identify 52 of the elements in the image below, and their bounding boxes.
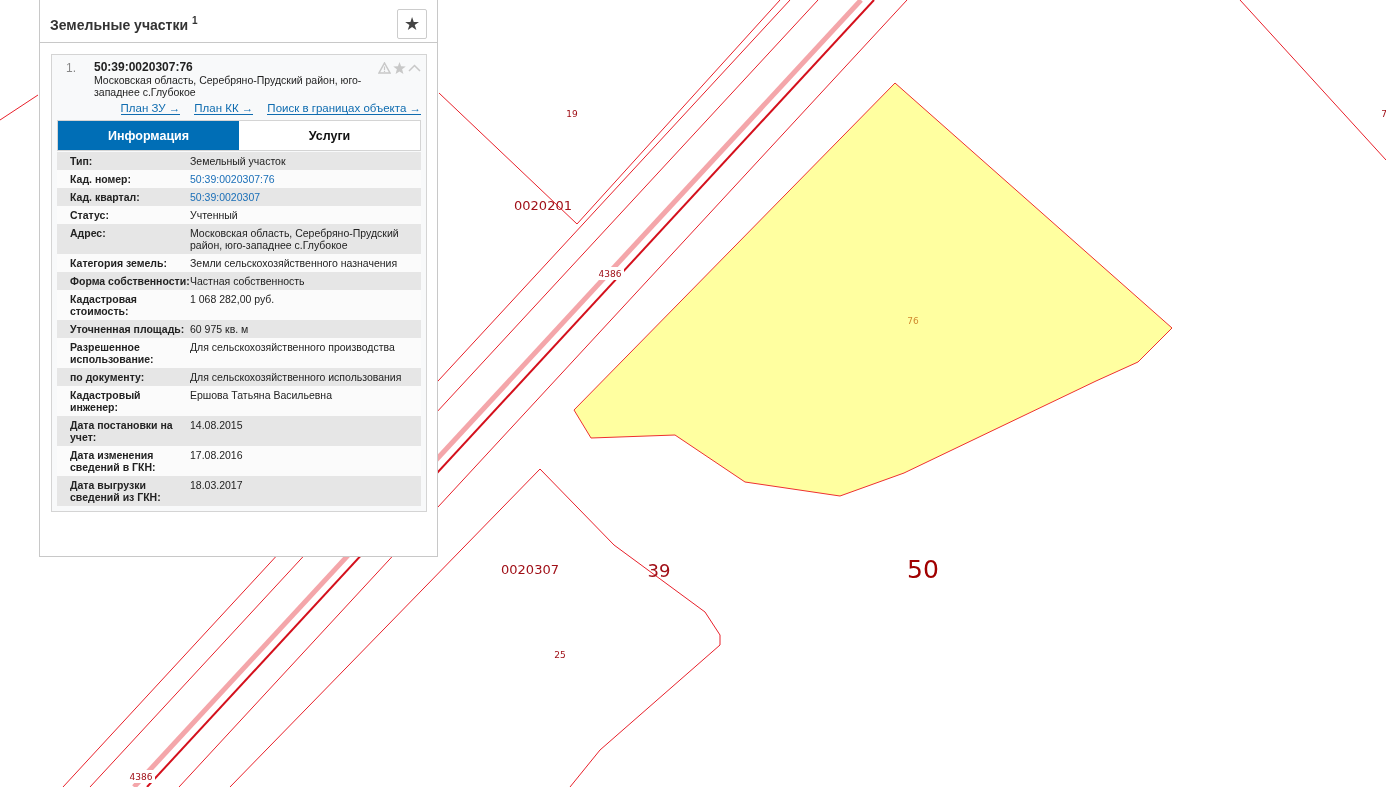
field-value: Частная собственность bbox=[190, 275, 306, 287]
field-label: Кад. квартал: bbox=[69, 191, 141, 203]
field-label: по документу: bbox=[69, 371, 146, 383]
panel-title: Земельные участки $^{1}$ bbox=[50, 14, 198, 33]
field-label: Кад. номер: bbox=[69, 173, 132, 185]
field-value: 18.03.2017 bbox=[190, 479, 244, 493]
field-label: Уточненная площадь: bbox=[69, 323, 186, 335]
link[interactable]: План ЗУ → bbox=[120, 102, 181, 115]
map-label: 4386 bbox=[129, 772, 153, 782]
field-value: Московская область, Серебряно-Прудский район, юго-западнее с.Глубокое bbox=[190, 227, 400, 251]
map-label: 19 bbox=[566, 109, 578, 119]
link[interactable]: План КК → bbox=[194, 102, 254, 115]
field-label: Форма собственности: bbox=[69, 275, 190, 287]
collapse-icon[interactable] bbox=[408, 64, 421, 72]
field-value: 17.08.2016 bbox=[190, 449, 244, 463]
field-link[interactable]: 50:39:0020307 bbox=[190, 191, 421, 203]
field-value: Земельный участок bbox=[190, 155, 287, 167]
field-value: Земли сельскохозяйственного назначения bbox=[190, 257, 399, 269]
warning-icon[interactable] bbox=[378, 62, 391, 74]
field-value: 1 068 282,00 руб. bbox=[190, 293, 276, 307]
address-text: Московская область, Серебряно-Прудский район, юго-западнее с.Глубокое bbox=[94, 74, 363, 98]
field-value: Ершова Татьяна Васильевна bbox=[190, 389, 333, 403]
field-value: Учтенный bbox=[190, 209, 239, 221]
star-icon[interactable] bbox=[393, 62, 406, 74]
link[interactable]: Поиск в границах объекта → bbox=[267, 102, 421, 115]
cadastral-number: 50:39:0020307:76 bbox=[94, 60, 194, 74]
map-label: 50 bbox=[907, 555, 939, 584]
field-value: Для сельскохозяйственного производства bbox=[190, 341, 396, 355]
field-label: Разрешенное использование: bbox=[69, 341, 155, 365]
favorite-button[interactable]: ★ bbox=[397, 8, 427, 39]
field-label: Адрес: bbox=[69, 227, 107, 241]
field-label: Статус: bbox=[69, 209, 110, 221]
field-link[interactable]: 50:39:0020307:76 bbox=[190, 173, 421, 185]
field-value: 14.08.2015 bbox=[190, 419, 244, 433]
boundary-line bbox=[0, 94, 39, 121]
result-index: 1. bbox=[65, 60, 77, 75]
map-label: 7 bbox=[1381, 109, 1386, 119]
map-label: 25 bbox=[554, 650, 566, 660]
field-label: Тип: bbox=[69, 155, 94, 167]
field-label: Дата выгрузки сведений из ГКН: bbox=[69, 479, 162, 503]
field-value: Для сельскохозяйственного использования bbox=[190, 371, 403, 383]
field-label: Кадастровый инженер: bbox=[69, 389, 142, 413]
map-label: 39 bbox=[647, 560, 671, 581]
map-label: 0020307 bbox=[501, 562, 559, 577]
field-label: Дата изменения сведений в ГКН: bbox=[69, 449, 157, 473]
field-label: Дата постановки на учет: bbox=[69, 419, 174, 443]
field-label: Кадастровая стоимость: bbox=[69, 293, 138, 317]
field-value: 60 975 кв. м bbox=[190, 323, 250, 335]
tab[interactable]: Информация bbox=[58, 121, 239, 150]
map-label: 4386 bbox=[598, 269, 622, 279]
field-label: Категория земель: bbox=[69, 257, 168, 269]
map-label: 76 bbox=[907, 316, 919, 326]
